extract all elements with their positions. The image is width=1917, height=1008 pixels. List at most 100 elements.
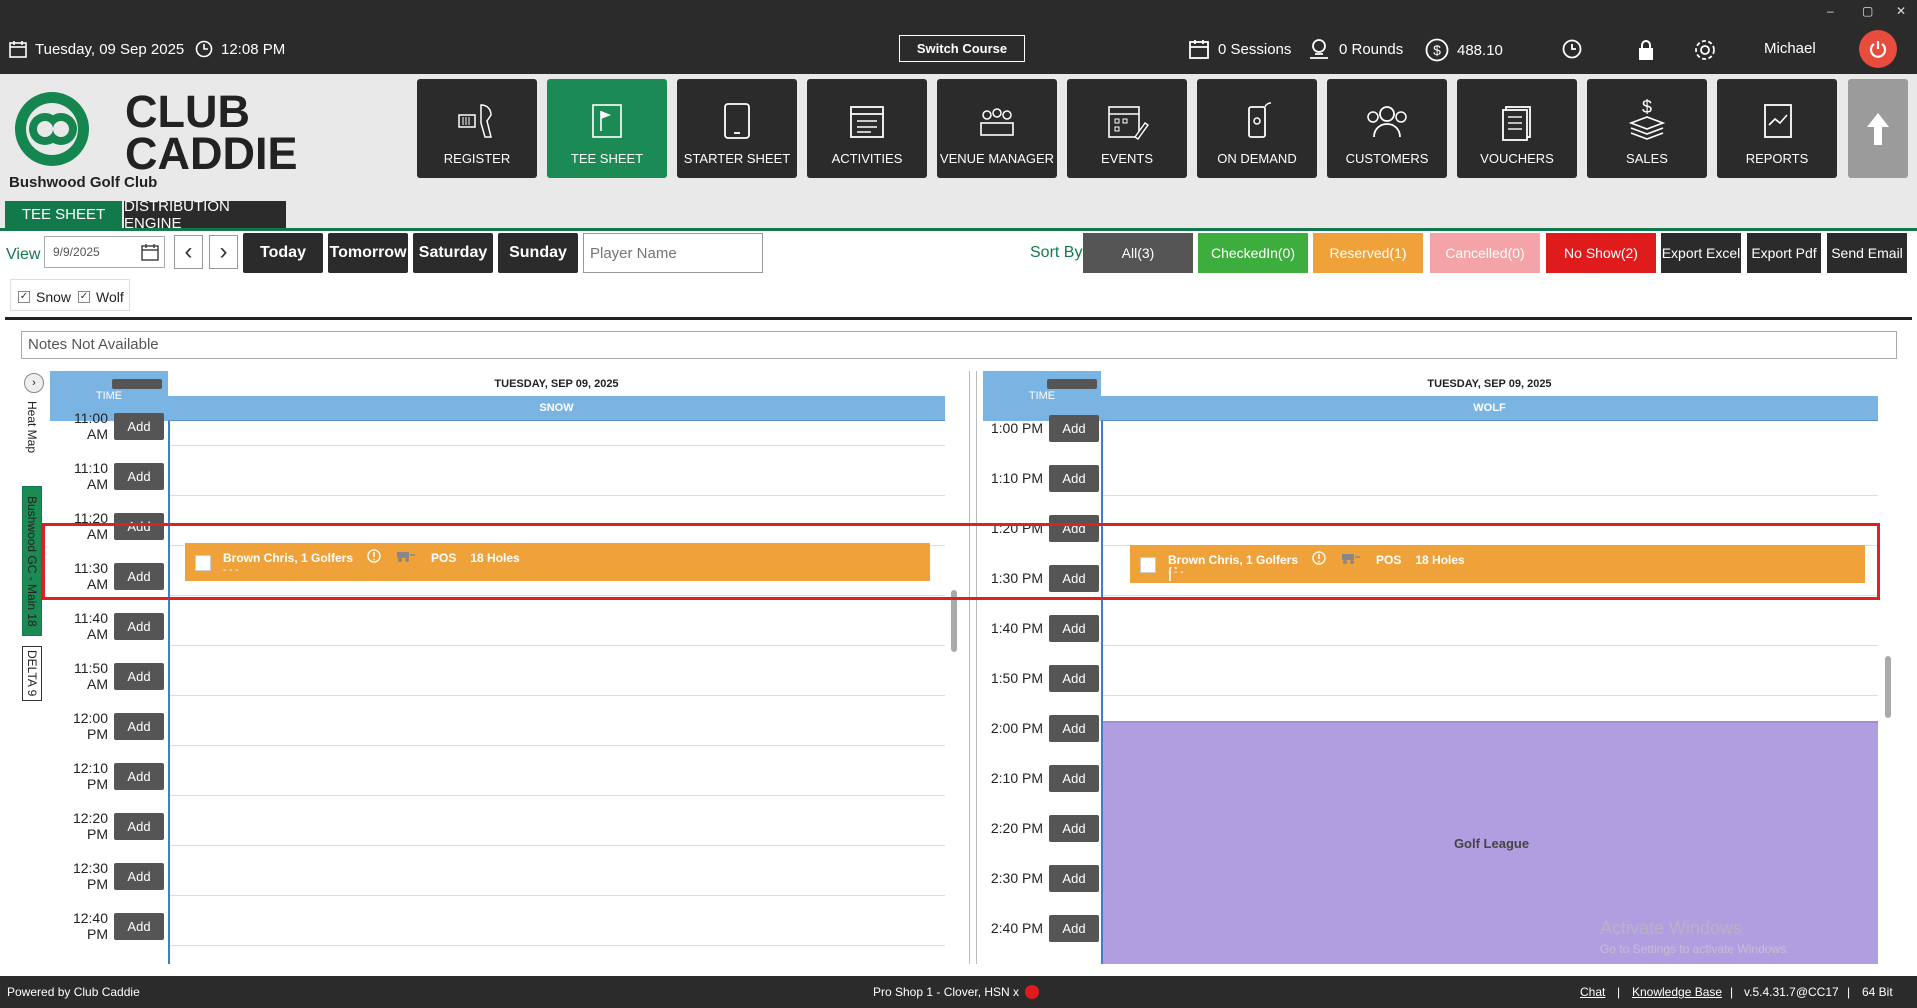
scroll-up-button[interactable] xyxy=(1848,79,1908,178)
tomorrow-button[interactable]: Tomorrow xyxy=(328,233,408,273)
add-button[interactable]: Add xyxy=(114,462,164,490)
gear-icon[interactable] xyxy=(1692,37,1718,63)
time-label: 12:00 PM xyxy=(72,710,108,742)
chat-link[interactable]: Chat xyxy=(1580,985,1605,999)
sort-reserved-button[interactable]: Reserved(1) xyxy=(1313,233,1423,273)
main-header: CLUB CADDIE Bushwood Golf Club REGISTER … xyxy=(0,74,1917,232)
knowledge-base-link[interactable]: Knowledge Base xyxy=(1632,985,1722,999)
minimize-icon[interactable]: – xyxy=(1827,4,1834,18)
footer-separator: | xyxy=(1730,985,1734,999)
add-button[interactable]: Add xyxy=(1049,914,1099,942)
nav-starter-sheet[interactable]: STARTER SHEET xyxy=(677,79,797,178)
nav-activities[interactable]: ACTIVITIES xyxy=(807,79,927,178)
add-button[interactable]: Add xyxy=(114,812,164,840)
golf-league-block[interactable]: Golf League xyxy=(1103,721,1878,964)
restore-icon[interactable]: ▢ xyxy=(1862,4,1873,18)
nav-tee-sheet[interactable]: TEE SHEET xyxy=(547,79,667,178)
time-label: 2:30 PM xyxy=(990,870,1043,886)
add-button[interactable]: Add xyxy=(1049,664,1099,692)
heat-map-tab[interactable]: Heat Map xyxy=(22,397,42,457)
switch-course-button[interactable]: Switch Course xyxy=(899,35,1025,62)
add-button[interactable]: Add xyxy=(114,412,164,440)
date-picker-calendar-icon[interactable] xyxy=(141,243,159,266)
bits-label: 64 Bit xyxy=(1862,985,1893,999)
time-label: 11:10 AM xyxy=(74,460,108,492)
next-day-button[interactable]: › xyxy=(209,235,238,269)
sort-all-button[interactable]: All(3) xyxy=(1083,233,1193,273)
nav-venue-manager[interactable]: VENUE MANAGER xyxy=(937,79,1057,178)
date-picker[interactable] xyxy=(44,236,165,268)
sessions-calendar-icon xyxy=(1188,38,1210,60)
heat-map-toggle-icon[interactable]: › xyxy=(24,373,44,393)
add-button[interactable] xyxy=(112,379,162,389)
add-button[interactable]: Add xyxy=(1049,464,1099,492)
add-button[interactable]: Add xyxy=(114,762,164,790)
toolbar: View ‹ › Today Tomorrow Saturday Sunday … xyxy=(0,229,1917,275)
right-scrollbar[interactable] xyxy=(1885,656,1891,718)
time-label: 2:10 PM xyxy=(990,770,1043,786)
nav-starter-sheet-label: STARTER SHEET xyxy=(683,151,791,166)
add-button[interactable]: Add xyxy=(1049,864,1099,892)
prev-day-button[interactable]: ‹ xyxy=(174,235,203,269)
filter-group xyxy=(10,279,130,311)
reports-icon xyxy=(1764,104,1792,138)
add-button[interactable]: Add xyxy=(114,912,164,940)
date-input[interactable] xyxy=(45,237,135,267)
saturday-button[interactable]: Saturday xyxy=(413,233,493,273)
station-info: Pro Shop 1 - Clover, HSN x xyxy=(873,985,1020,999)
add-button[interactable]: Add xyxy=(1049,764,1099,792)
slot-row xyxy=(170,396,945,446)
sessions-counter[interactable]: 0 Sessions xyxy=(1188,38,1291,60)
sunday-button[interactable]: Sunday xyxy=(498,233,578,273)
slot-row xyxy=(170,746,945,796)
balance-display[interactable]: $ 488.10 xyxy=(1425,38,1503,62)
add-button[interactable]: Add xyxy=(114,712,164,740)
add-button[interactable]: Add xyxy=(114,612,164,640)
sessions-label: 0 Sessions xyxy=(1218,40,1292,58)
nav-register[interactable]: REGISTER xyxy=(417,79,537,178)
send-email-button[interactable]: Send Email xyxy=(1827,233,1907,273)
slot-row xyxy=(170,896,945,946)
time-label: 1:40 PM xyxy=(990,620,1043,636)
today-button[interactable]: Today xyxy=(243,233,323,273)
add-button[interactable]: Add xyxy=(1049,814,1099,842)
user-name[interactable]: Michael xyxy=(1764,40,1816,57)
nav-sales[interactable]: $ SALES xyxy=(1587,79,1707,178)
history-clock-icon[interactable] xyxy=(1562,39,1582,59)
powered-by: Powered by Club Caddie xyxy=(7,985,140,999)
add-button[interactable]: Add xyxy=(114,862,164,890)
lock-icon[interactable] xyxy=(1637,39,1655,61)
nav-events[interactable]: EVENTS xyxy=(1067,79,1187,178)
windows-watermark-subtitle: Go to Settings to activate Windows. xyxy=(1600,942,1790,956)
tab-tee-sheet[interactable]: TEE SHEET xyxy=(5,201,122,228)
separator xyxy=(5,317,1912,320)
player-name-input[interactable] xyxy=(583,233,763,273)
add-button[interactable]: Add xyxy=(114,662,164,690)
course-tab-main18[interactable]: Bushwood GC - Main 18 xyxy=(22,486,42,636)
club-caddie-logo: CLUB CADDIE xyxy=(10,86,310,179)
course-tab-delta9[interactable]: DELTA 9 xyxy=(22,646,42,701)
add-button[interactable]: Add xyxy=(1049,714,1099,742)
clock-icon xyxy=(195,40,213,58)
export-pdf-button[interactable]: Export Pdf xyxy=(1747,233,1821,273)
view-label: View xyxy=(6,246,41,263)
add-button[interactable]: Add xyxy=(1049,414,1099,442)
add-button[interactable]: Add xyxy=(1049,614,1099,642)
nav-customers[interactable]: CUSTOMERS xyxy=(1327,79,1447,178)
export-excel-button[interactable]: Export Excel xyxy=(1661,233,1741,273)
rounds-counter[interactable]: 0 Rounds xyxy=(1307,38,1403,60)
power-button[interactable] xyxy=(1859,30,1897,68)
slot-row xyxy=(1103,596,1878,646)
nav-vouchers[interactable]: VOUCHERS xyxy=(1457,79,1577,178)
sort-noshow-button[interactable]: No Show(2) xyxy=(1546,233,1656,273)
power-icon xyxy=(1868,39,1888,59)
slot-grid: Brown Chris, 1 Golfers POS 18 Holes - - … xyxy=(168,421,945,964)
add-button[interactable] xyxy=(1047,379,1097,389)
close-window-icon[interactable]: ✕ xyxy=(1896,4,1906,18)
sort-checkedin-button[interactable]: CheckedIn(0) xyxy=(1198,233,1308,273)
nav-reports[interactable]: REPORTS xyxy=(1717,79,1837,178)
sort-cancelled-button[interactable]: Cancelled(0) xyxy=(1430,233,1540,273)
nav-on-demand[interactable]: ON DEMAND xyxy=(1197,79,1317,178)
tablet-icon xyxy=(724,103,750,139)
tab-distribution-engine[interactable]: DISTRIBUTION ENGINE xyxy=(124,198,286,232)
